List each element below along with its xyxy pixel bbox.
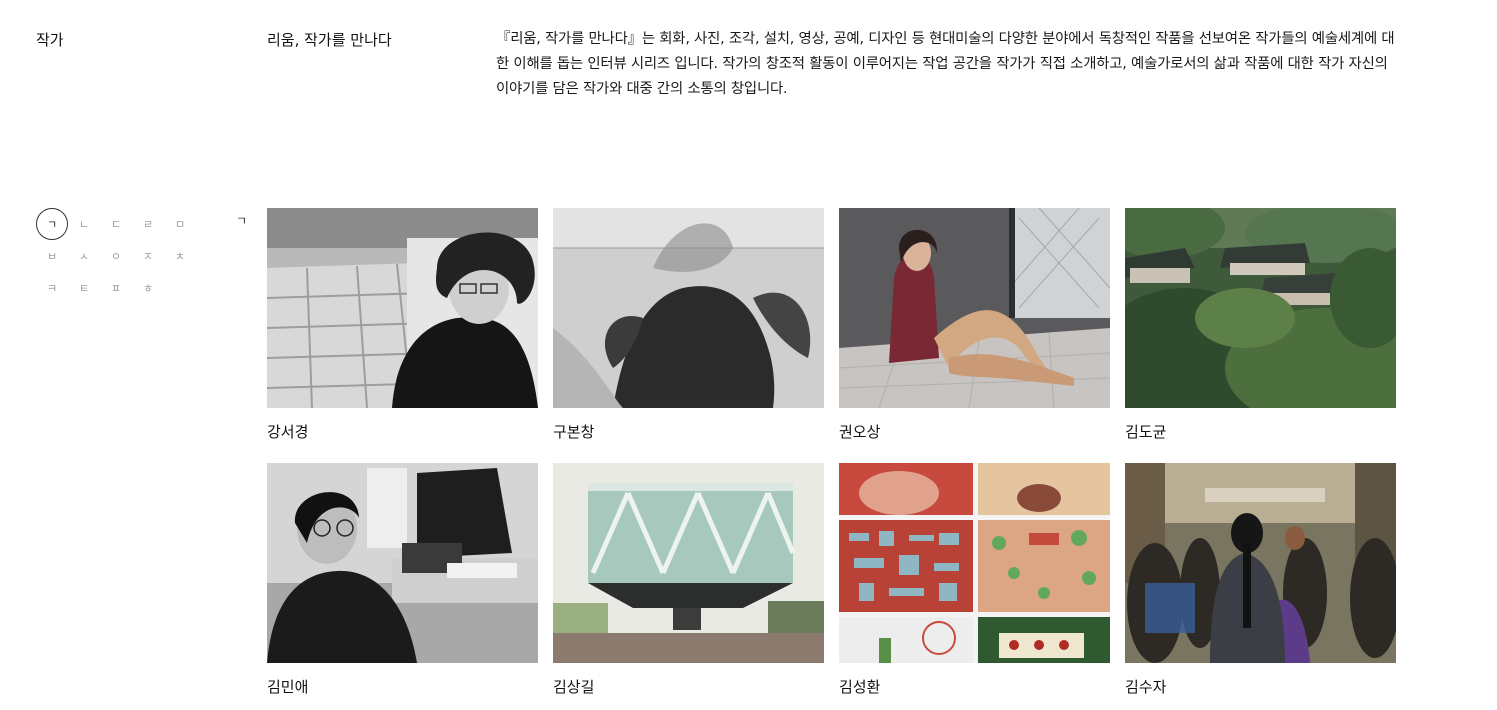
- artist-photo[interactable]: [1125, 208, 1396, 408]
- artist-card[interactable]: 김수자: [1125, 463, 1396, 710]
- index-consonant[interactable]: ㅎ: [132, 272, 164, 304]
- artist-card[interactable]: 김민애: [267, 463, 538, 710]
- artist-card[interactable]: 김상길: [553, 463, 824, 710]
- artist-photo[interactable]: [1125, 463, 1396, 663]
- index-consonant[interactable]: ㅈ: [132, 240, 164, 272]
- artist-name[interactable]: 강서경: [267, 421, 538, 442]
- index-consonant[interactable]: ㄱ: [36, 208, 68, 240]
- artist-grid: 강서경 구본창 권오상 김도균 김민애 김상길 김성환 김수자: [267, 208, 1396, 710]
- artist-card[interactable]: 김성환: [839, 463, 1110, 710]
- index-consonant[interactable]: ㅌ: [68, 272, 100, 304]
- series-description: 『리움, 작가를 만나다』는 회화, 사진, 조각, 설치, 영상, 공예, 디…: [496, 31, 1395, 97]
- index-consonant[interactable]: ㅇ: [100, 240, 132, 272]
- artist-card[interactable]: 강서경: [267, 208, 538, 463]
- artist-name[interactable]: 권오상: [839, 421, 1110, 442]
- artist-photo[interactable]: [267, 463, 538, 663]
- index-consonant[interactable]: ㅂ: [36, 240, 68, 272]
- index-consonant[interactable]: ㅋ: [36, 272, 68, 304]
- index-consonant[interactable]: ㅅ: [68, 240, 100, 272]
- artist-name[interactable]: 김도균: [1125, 421, 1396, 442]
- artist-photo[interactable]: [553, 463, 824, 663]
- artist-photo[interactable]: [839, 208, 1110, 408]
- index-corner-mark: ㄱ: [236, 214, 248, 228]
- artist-card[interactable]: 권오상: [839, 208, 1110, 463]
- artist-photo[interactable]: [553, 208, 824, 408]
- consonant-index: ㄱㄴㄷㄹㅁㅂㅅㅇㅈㅊㅋㅌㅍㅎ ㄱ: [36, 208, 256, 304]
- artist-name[interactable]: 김상길: [553, 676, 824, 697]
- artist-name[interactable]: 김민애: [267, 676, 538, 697]
- artist-name[interactable]: 김성환: [839, 676, 1110, 697]
- index-consonant[interactable]: ㅍ: [100, 272, 132, 304]
- index-consonant[interactable]: ㅊ: [164, 240, 196, 272]
- index-consonant[interactable]: ㄴ: [68, 208, 100, 240]
- artist-photo[interactable]: [839, 463, 1110, 663]
- artist-card[interactable]: 구본창: [553, 208, 824, 463]
- section-label: 작가: [36, 31, 64, 49]
- index-consonant[interactable]: ㅁ: [164, 208, 196, 240]
- artist-name[interactable]: 구본창: [553, 421, 824, 442]
- artist-card[interactable]: 김도균: [1125, 208, 1396, 463]
- index-consonant[interactable]: ㄷ: [100, 208, 132, 240]
- series-title: 리움, 작가를 만나다: [267, 31, 392, 49]
- artist-photo[interactable]: [267, 208, 538, 408]
- artist-name[interactable]: 김수자: [1125, 676, 1396, 697]
- index-consonant[interactable]: ㄹ: [132, 208, 164, 240]
